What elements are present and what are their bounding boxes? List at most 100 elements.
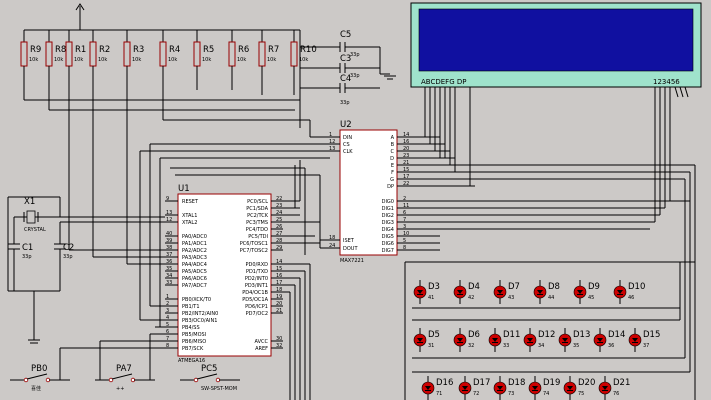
lcd-pin-stub <box>674 86 679 98</box>
crystal-oscillator: X1 CRYSTAL C1 33p C2 33p <box>7 196 165 344</box>
max7221-chip: U2 MAX7221 1 DIN 12 CS 13 CLK 18 ISET 24 DOUT 14 A 1… <box>328 120 412 264</box>
pin-name: PA7/ADC7 <box>182 283 207 289</box>
pin-name: PA4/ADC4 <box>182 262 207 268</box>
pin-name: PD6/ICP1 <box>245 304 268 310</box>
pin-number: 32 <box>276 343 282 349</box>
pin-number: 33 <box>166 280 172 286</box>
led-number: 44 <box>548 295 554 301</box>
cap-c4-value: 33p <box>340 100 350 106</box>
led-ref: D18 <box>508 378 525 388</box>
led-ref: D12 <box>538 330 555 340</box>
led-ref: D11 <box>503 330 520 340</box>
pin-name: DIN <box>343 135 352 141</box>
led-d15: D15 37 <box>628 328 660 352</box>
resistor-value: 10k <box>98 57 107 63</box>
pin-number: 2 <box>403 196 406 202</box>
pin-number: 4 <box>166 315 169 321</box>
pin-name: PC2/TCK <box>247 213 269 219</box>
pin-number: 40 <box>166 231 172 237</box>
pin-number: 1 <box>166 294 169 300</box>
led-d7: D7 43 <box>493 280 520 304</box>
pin-name: DOUT <box>343 246 358 252</box>
pin-number: 5 <box>166 322 169 328</box>
pin-number: 3 <box>166 308 169 314</box>
switch-label: 喜佳 <box>31 385 41 392</box>
led-number: 45 <box>588 295 594 301</box>
led-d6: D6 32 <box>453 328 480 352</box>
pin-number: 8 <box>403 245 406 251</box>
pin-name: PC0/SCL <box>247 199 268 205</box>
pin-name: C <box>391 149 395 155</box>
pin-number: 34 <box>166 273 172 279</box>
pin-number: 28 <box>276 238 282 244</box>
pin-name: D <box>390 156 394 162</box>
pin-name: PC1/SDA <box>246 206 268 212</box>
pin-number: 23 <box>276 203 282 209</box>
led-d9: D9 45 <box>573 280 600 304</box>
led-ref: D15 <box>643 330 660 340</box>
pin-name: PD7/OC2 <box>246 311 268 317</box>
pin-name: PA5/ADC5 <box>182 269 207 275</box>
pin-number: 12 <box>166 217 172 223</box>
led-number: 32 <box>468 343 474 349</box>
resistor-value: 10k <box>29 57 38 63</box>
led-ref: D4 <box>468 282 480 292</box>
pin-number: 24 <box>276 210 282 216</box>
pin-name: XTAL2 <box>182 220 197 226</box>
led-number: 71 <box>436 391 442 397</box>
pin-name: DP <box>387 184 394 190</box>
resistor-r5: R510k <box>193 30 214 70</box>
switch-ref: PB0 <box>31 364 47 374</box>
led-number: 46 <box>628 295 634 301</box>
led-ref: D6 <box>468 330 480 340</box>
pin-name: AREF <box>255 346 268 352</box>
pin-number: 12 <box>329 139 335 145</box>
resistor-r4: R410k <box>159 30 180 70</box>
led-number: 73 <box>508 391 514 397</box>
pin-name: E <box>391 163 394 169</box>
led-ref: D13 <box>573 330 590 340</box>
pin-name: PA3/ADC3 <box>182 255 207 261</box>
led-ref: D19 <box>543 378 560 388</box>
switch-ref: PA7 <box>116 364 132 374</box>
pin-number: 24 <box>329 243 335 249</box>
led-ref: D14 <box>608 330 625 340</box>
pin-number: 21 <box>403 160 409 166</box>
pin-name: DIG6 <box>382 241 394 247</box>
pin-name: PA6/ADC6 <box>182 276 207 282</box>
pin-number: 11 <box>403 203 409 209</box>
pin-number: 19 <box>276 294 282 300</box>
pin-name: PB1/T1 <box>182 304 200 310</box>
led-number: 33 <box>503 343 509 349</box>
pin-name: PD4/OC1B <box>242 290 268 296</box>
led-ref: D9 <box>588 282 600 292</box>
cap-c2-value: 33p <box>63 254 73 260</box>
led-d12: D12 34 <box>523 328 555 352</box>
pin-name: PB6/MISO <box>182 339 206 345</box>
led-d8: D8 44 <box>533 280 560 304</box>
pin-name: DIG0 <box>382 199 394 205</box>
switch-pb0[interactable]: PB0 喜佳 <box>10 364 70 392</box>
pin-number: 15 <box>403 167 409 173</box>
led-ref: D17 <box>473 378 490 388</box>
pin-number: 14 <box>403 132 409 138</box>
cap-c5-value: 33p <box>350 52 360 58</box>
switch-pa7[interactable]: PA7 ++ <box>95 364 155 392</box>
led-number: 37 <box>643 343 649 349</box>
pin-name: PD2/INT0 <box>245 276 268 282</box>
crystal-ref: X1 <box>24 197 35 207</box>
lcd-pin-stub <box>684 86 689 98</box>
pin-number: 20 <box>276 301 282 307</box>
resistor-r6: R610k <box>228 30 249 70</box>
pin-number: 10 <box>403 231 409 237</box>
led-number: 42 <box>468 295 474 301</box>
pin-name: PB3/OC0/AIN1 <box>182 318 217 324</box>
pin-number: 22 <box>276 196 282 202</box>
pin-number: 23 <box>403 153 409 159</box>
pin-name: PA1/ADC1 <box>182 241 207 247</box>
cap-c5-ref: C5 <box>340 30 351 40</box>
pin-number: 39 <box>166 238 172 244</box>
pullup-network: R910kR810kR110kR210kR310kR410kR510kR610k… <box>20 3 317 70</box>
resistor-ref: R5 <box>203 45 214 55</box>
switch-pc5[interactable]: PC5 SW-SPST-MOM <box>180 364 240 392</box>
